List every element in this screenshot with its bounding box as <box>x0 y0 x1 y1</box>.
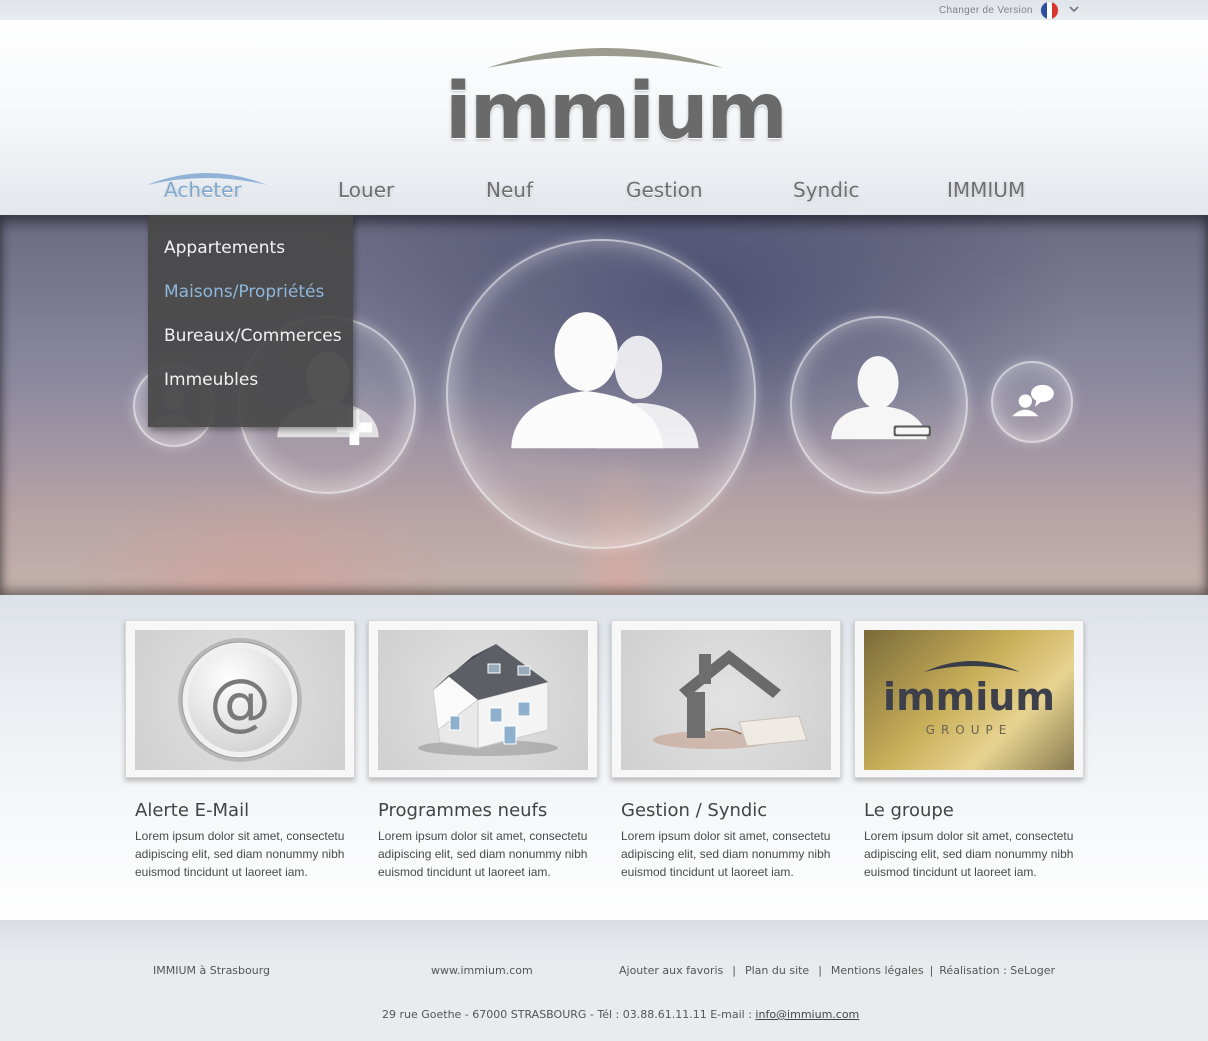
footer-website[interactable]: www.immium.com <box>431 964 533 977</box>
nav-item-immium[interactable]: IMMIUM <box>947 178 1025 202</box>
menu-item-appartements[interactable]: Appartements <box>164 238 285 258</box>
card-image-frame <box>368 620 598 778</box>
card-title: Alerte E-Mail <box>135 800 250 821</box>
card-image <box>378 630 588 770</box>
remove-user-bubble[interactable] <box>790 316 968 494</box>
footer-city: IMMIUM à Strasbourg <box>153 964 271 977</box>
house-key-icon <box>653 650 808 749</box>
card-title: Programmes neufs <box>378 800 548 821</box>
main-nav: Acheter Louer Neuf Gestion Syndic IMMIUM <box>0 170 1208 215</box>
menu-item-immeubles[interactable]: Immeubles <box>164 370 258 390</box>
footer-link-favoris[interactable]: Ajouter aux favoris <box>619 964 723 977</box>
nav-item-syndic[interactable]: Syndic <box>793 178 859 202</box>
flag-fr-icon[interactable] <box>1041 2 1058 19</box>
footer-links: Ajouter aux favoris | Plan du site | Mention… <box>619 964 1055 977</box>
card-programmes-neufs[interactable]: Programmes neufs Lorem ipsum dolor sit a… <box>368 620 598 881</box>
card-text: Lorem ipsum dolor sit amet, consectetu a… <box>378 829 588 879</box>
group-bubble[interactable] <box>446 239 756 549</box>
card-image-frame <box>611 620 841 778</box>
at-sign-icon: @ <box>178 638 302 762</box>
group-logo-text: immium <box>883 675 1055 719</box>
footer-link-plan[interactable]: Plan du site <box>745 964 809 977</box>
card-image <box>621 630 831 770</box>
footer-address: 29 rue Goethe - 67000 STRASBOURG - Tél :… <box>382 1008 752 1021</box>
card-title: Le groupe <box>864 800 954 821</box>
footer-separator: | <box>818 964 822 977</box>
menu-item-bureaux-commerces[interactable]: Bureaux/Commerces <box>164 326 342 346</box>
footer-separator: | <box>929 964 934 977</box>
card-image-frame: immium GROUPE <box>854 620 1084 778</box>
card-text: Lorem ipsum dolor sit amet, consectetu a… <box>135 829 345 879</box>
acheter-dropdown-menu: Appartements Maisons/Propriétés Bureaux/… <box>148 215 353 427</box>
chat-user-icon <box>1012 384 1054 417</box>
header: immium Acheter Louer Neuf Gestion Syndic… <box>0 20 1208 215</box>
nav-item-louer[interactable]: Louer <box>338 178 394 202</box>
remove-user-icon <box>831 356 931 440</box>
footer-link-mentions[interactable]: Mentions légales <box>831 964 924 977</box>
nav-item-gestion[interactable]: Gestion <box>626 178 703 202</box>
card-gestion-syndic[interactable]: Gestion / Syndic Lorem ipsum dolor sit a… <box>611 620 841 881</box>
card-le-groupe[interactable]: immium GROUPE Le groupe Lorem ipsum dolo… <box>854 620 1084 881</box>
logo-arc <box>487 48 723 68</box>
card-text: Lorem ipsum dolor sit amet, consectetu a… <box>864 829 1074 879</box>
chat-bubble[interactable] <box>991 361 1073 443</box>
card-alerte-email[interactable]: @ Alerte E-Mail Lorem ipsum dolor sit am… <box>125 620 355 881</box>
footer-email-link[interactable]: info@immium.com <box>755 1008 859 1021</box>
group-sub-text: GROUPE <box>926 723 1013 737</box>
card-text: Lorem ipsum dolor sit amet, consectetu a… <box>621 829 831 879</box>
nav-item-neuf[interactable]: Neuf <box>486 178 533 202</box>
change-version-link[interactable]: Changer de Version <box>939 5 1033 16</box>
card-image-frame: @ <box>125 620 355 778</box>
svg-text:@: @ <box>209 665 271 738</box>
nav-item-acheter[interactable]: Acheter <box>164 178 242 202</box>
house-icon <box>418 644 558 756</box>
chevron-down-icon[interactable] <box>1068 3 1080 15</box>
card-title: Gestion / Syndic <box>621 800 768 821</box>
features-section: @ Alerte E-Mail Lorem ipsum dolor sit am… <box>0 595 1208 920</box>
group-icon <box>511 312 699 449</box>
card-image: immium GROUPE <box>864 630 1074 770</box>
menu-item-maisons-proprietes[interactable]: Maisons/Propriétés <box>164 282 324 302</box>
footer-address-line: 29 rue Goethe - 67000 STRASBOURG - Tél :… <box>382 1008 859 1021</box>
top-bar: Changer de Version <box>0 0 1208 20</box>
footer: IMMIUM à Strasbourg www.immium.com Ajout… <box>0 920 1208 1041</box>
footer-link-realisation[interactable]: Réalisation : SeLoger <box>939 964 1055 977</box>
footer-separator: | <box>732 964 736 977</box>
site-logo[interactable]: immium <box>445 40 788 157</box>
logo-text: immium <box>445 67 788 157</box>
group-sign-image: immium GROUPE <box>883 661 1055 737</box>
card-image: @ <box>135 630 345 770</box>
